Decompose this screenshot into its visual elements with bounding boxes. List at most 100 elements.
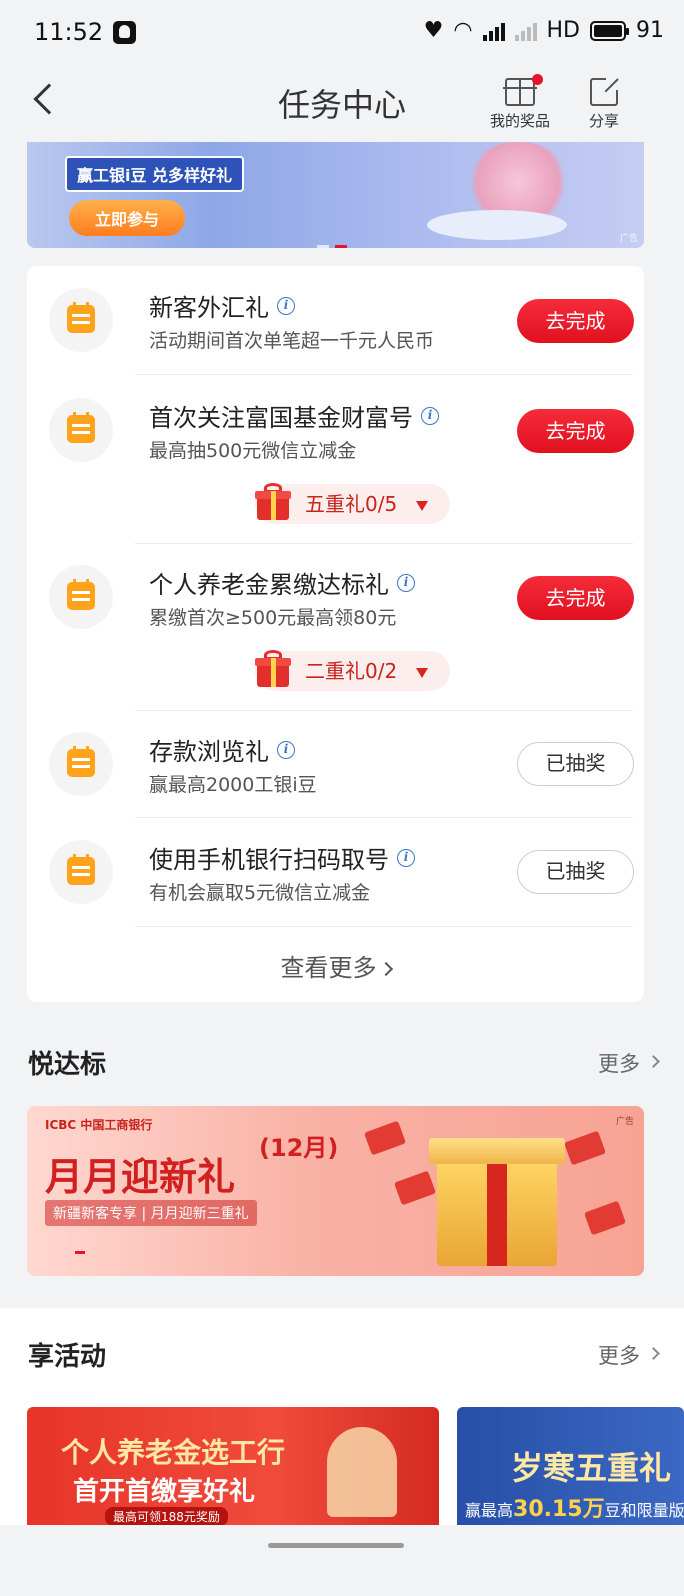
section-more-xiang[interactable]: 更多 xyxy=(598,1340,660,1370)
status-time: 11:52 xyxy=(34,18,104,46)
go-complete-button[interactable]: 去完成 xyxy=(517,409,634,453)
banner-headline: 月月迎新礼 xyxy=(45,1154,236,1199)
calendar-icon xyxy=(49,840,113,904)
info-icon[interactable]: i xyxy=(421,406,439,425)
my-prizes-button[interactable]: 我的奖品 xyxy=(490,74,551,131)
my-prizes-label: 我的奖品 xyxy=(490,112,551,130)
task-title-row: 使用手机银行扫码取号 i xyxy=(149,840,415,875)
home-indicator[interactable] xyxy=(268,1543,404,1548)
caret-down-icon xyxy=(415,500,428,511)
activity-headline: 岁寒五重礼 xyxy=(511,1449,672,1487)
task-title: 新客外汇礼 xyxy=(149,294,269,322)
signal-icon xyxy=(482,21,505,41)
monthly-gift-banner[interactable]: ICBC 中国工商银行 广告 (12月) 月月迎新礼 新疆新客专享 | 月月迎新… xyxy=(27,1106,644,1276)
banner-subtitle: 新疆新客专享 | 月月迎新三重礼 xyxy=(45,1200,257,1226)
see-more-link[interactable]: 查看更多 xyxy=(27,948,644,983)
banner-stage-illustration xyxy=(427,210,567,240)
battery-level: 91 xyxy=(636,18,664,43)
activity-suffix: 豆和限量版 xyxy=(604,1501,684,1520)
share-icon xyxy=(590,76,620,106)
qq-notification-icon xyxy=(113,21,136,44)
task-title-row: 新客外汇礼 i xyxy=(149,288,295,323)
info-icon[interactable]: i xyxy=(277,296,295,315)
divider xyxy=(135,817,633,818)
banner-cta-button[interactable]: 立即参与 xyxy=(69,200,186,236)
info-icon[interactable]: i xyxy=(277,740,295,759)
activity-amount: 30.15万 xyxy=(513,1497,605,1522)
icbc-logo: ICBC 中国工商银行 xyxy=(45,1118,153,1132)
page-title: 任务中心 xyxy=(277,86,406,124)
calendar-icon xyxy=(49,565,113,629)
info-icon[interactable]: i xyxy=(397,848,415,867)
gift-box-illustration xyxy=(429,1138,565,1266)
signal-icon-2 xyxy=(514,21,537,41)
battery-icon xyxy=(590,20,629,41)
reward-tier-pill[interactable]: 二重礼0/2 xyxy=(255,649,450,691)
divider xyxy=(135,926,633,927)
task-desc: 最高抽500元微信立减金 xyxy=(149,440,357,462)
section-title-xiang: 享活动 xyxy=(28,1342,107,1372)
promo-banner[interactable]: 赢工银i豆 兑多样好礼 立即参与 广告 xyxy=(27,142,644,248)
heart-icon: ♥ xyxy=(423,18,444,43)
task-title-row: 个人养老金累缴达标礼 i xyxy=(149,565,415,600)
task-desc: 赢最高2000工银i豆 xyxy=(149,774,317,796)
task-desc: 累缴首次≥500元最高领80元 xyxy=(149,607,397,629)
carousel-dots xyxy=(317,245,347,248)
task-title: 使用手机银行扫码取号 xyxy=(149,846,389,874)
task-list-card: 新客外汇礼 i 活动期间首次单笔超一千元人民币 去完成 首次关注富国基金财富号 … xyxy=(27,266,644,1002)
more-label: 更多 xyxy=(598,1344,640,1368)
notification-dot xyxy=(532,74,543,85)
wifi-icon: ◠ xyxy=(453,18,473,43)
caret-down-icon xyxy=(415,667,428,678)
section-title-yue: 悦达标 xyxy=(28,1050,107,1080)
task-title: 存款浏览礼 xyxy=(149,738,269,766)
divider xyxy=(135,543,633,544)
people-illustration xyxy=(327,1427,397,1517)
nav-bar: 任务中心 我的奖品 分享 xyxy=(0,66,684,142)
task-desc: 活动期间首次单笔超一千元人民币 xyxy=(149,330,435,352)
divider xyxy=(135,710,633,711)
carousel-dot xyxy=(75,1251,85,1254)
red-envelope-icon xyxy=(393,1170,437,1206)
info-icon[interactable]: i xyxy=(397,573,415,592)
activity-subline: 赢最高30.15万豆和限量版 xyxy=(465,1491,684,1523)
banner-month: (12月) xyxy=(259,1134,339,1162)
ad-label: 广告 xyxy=(615,1117,634,1127)
task-title: 个人养老金累缴达标礼 xyxy=(149,571,389,599)
gift-box-icon xyxy=(255,482,293,520)
calendar-icon xyxy=(49,732,113,796)
activity-note: 最高可领188元奖励 xyxy=(105,1507,228,1525)
task-title-row: 存款浏览礼 i xyxy=(149,732,295,767)
chevron-right-icon xyxy=(378,961,393,977)
activity-subline: 首开首缴享好礼 xyxy=(73,1477,256,1507)
gift-box-icon xyxy=(255,649,293,687)
activity-card-winter[interactable]: 岁寒五重礼 赢最高30.15万豆和限量版 xyxy=(457,1407,684,1525)
red-envelope-icon xyxy=(583,1200,627,1236)
go-complete-button[interactable]: 去完成 xyxy=(517,299,634,343)
task-title: 首次关注富国基金财富号 xyxy=(149,404,413,432)
ad-label: 广告 xyxy=(619,234,638,244)
network-label: HD xyxy=(546,18,580,43)
drawn-button[interactable]: 已抽奖 xyxy=(517,742,634,786)
go-complete-button[interactable]: 去完成 xyxy=(517,576,634,620)
see-more-label: 查看更多 xyxy=(280,954,377,982)
share-button[interactable]: 分享 xyxy=(589,76,620,131)
task-title-row: 首次关注富国基金财富号 i xyxy=(149,398,439,433)
activity-card-pension[interactable]: 个人养老金选工行 首开首缴享好礼 最高可领188元奖励 xyxy=(27,1407,439,1525)
red-envelope-icon xyxy=(563,1130,607,1166)
red-envelope-icon xyxy=(363,1120,407,1156)
banner-tag: 赢工银i豆 兑多样好礼 xyxy=(65,156,245,192)
calendar-icon xyxy=(49,398,113,462)
gesture-area xyxy=(0,1525,684,1596)
chevron-right-icon xyxy=(647,1055,660,1068)
activity-headline: 个人养老金选工行 xyxy=(61,1436,286,1469)
drawn-button[interactable]: 已抽奖 xyxy=(517,850,634,894)
section-more-yue[interactable]: 更多 xyxy=(598,1048,660,1078)
reward-tier-pill[interactable]: 五重礼0/5 xyxy=(255,482,450,524)
status-icons: ♥ ◠ HD 91 xyxy=(424,18,664,43)
calendar-icon xyxy=(49,288,113,352)
divider xyxy=(135,374,633,375)
share-label: 分享 xyxy=(589,112,620,130)
reward-tier-label: 二重礼0/2 xyxy=(305,659,398,683)
gift-icon xyxy=(503,74,543,106)
